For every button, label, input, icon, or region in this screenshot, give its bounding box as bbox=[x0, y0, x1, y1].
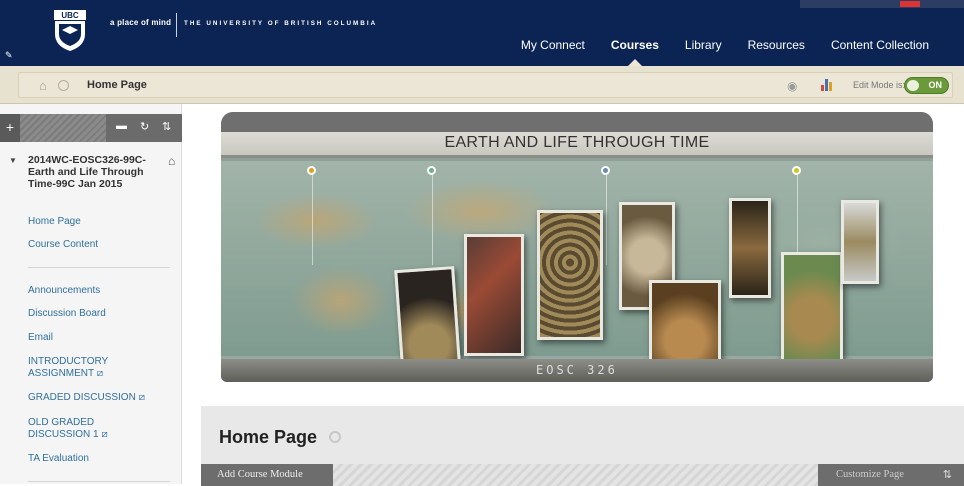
menu-tools: ▬ ↻ ⇅ bbox=[106, 114, 182, 142]
home-marker-icon: ⌂ bbox=[168, 154, 176, 168]
sidebar-item-announcements[interactable]: Announcements bbox=[28, 285, 178, 297]
course-banner: EARTH AND LIFE THROUGH TIME EOSC 326 bbox=[221, 112, 933, 382]
timeline-line bbox=[432, 175, 433, 265]
sidebar-item-home-page[interactable]: Home Page bbox=[28, 216, 178, 228]
main-nav: My Connect Courses Library Resources Con… bbox=[508, 38, 942, 66]
sidebar-item-graded-discussion[interactable]: GRADED DISCUSSION ⧄ bbox=[28, 392, 178, 404]
banner-title: EARTH AND LIFE THROUGH TIME bbox=[444, 134, 710, 151]
reorder-modules-icon[interactable]: ⇅ bbox=[943, 464, 952, 486]
breadcrumb-bar: ⌂ Home Page ◉ Edit Mode is: ON bbox=[0, 66, 964, 104]
nav-my-connect[interactable]: My Connect bbox=[508, 38, 598, 52]
course-menu-toolbar: + ▬ ↻ ⇅ bbox=[0, 114, 182, 142]
add-menu-item-button[interactable]: + bbox=[0, 114, 20, 142]
customize-page-button[interactable]: Customize Page ⇅ bbox=[818, 464, 964, 486]
course-title[interactable]: 2014WC-EOSC326-99C-Earth and Life Throug… bbox=[28, 154, 164, 190]
reorder-icon[interactable]: ⇅ bbox=[162, 120, 171, 133]
performance-dashboard-icon[interactable] bbox=[821, 78, 833, 91]
timeline-pin bbox=[427, 166, 436, 175]
sidebar-divider bbox=[28, 267, 170, 268]
brand-divider bbox=[176, 13, 177, 37]
refresh-icon[interactable]: ↻ bbox=[140, 120, 149, 133]
timeline-line bbox=[312, 175, 313, 265]
page-options-icon[interactable] bbox=[329, 431, 341, 443]
sidebar-item-discussion-board[interactable]: Discussion Board bbox=[28, 308, 178, 320]
top-utility-strip bbox=[800, 0, 964, 8]
home-icon[interactable]: ⌂ bbox=[39, 78, 47, 93]
toggle-knob bbox=[907, 80, 919, 91]
main-content: EARTH AND LIFE THROUGH TIME EOSC 326 Hom… bbox=[182, 104, 964, 486]
sidebar-item-old-graded-discussion[interactable]: OLD GRADED DISCUSSION 1 ⧄ bbox=[28, 417, 128, 441]
add-course-module-button[interactable]: Add Course Module bbox=[201, 464, 333, 486]
nav-library[interactable]: Library bbox=[672, 38, 735, 52]
top-navigation-bar: UBC a place of mind THE UNIVERSITY OF BR… bbox=[0, 0, 964, 66]
nav-content-collection[interactable]: Content Collection bbox=[818, 38, 942, 52]
collapse-icon[interactable]: ▼ bbox=[9, 156, 17, 165]
edit-mode-state: ON bbox=[928, 80, 943, 90]
page-title: Home Page bbox=[219, 427, 318, 447]
timeline-pin bbox=[307, 166, 316, 175]
timeline-pin bbox=[792, 166, 801, 175]
fossil-image bbox=[841, 200, 879, 284]
timeline-pin bbox=[601, 166, 610, 175]
module-toolbar: Add Course Module Customize Page ⇅ bbox=[201, 464, 964, 486]
sidebar-item-email[interactable]: Email bbox=[28, 332, 178, 344]
ubc-logo[interactable]: UBC bbox=[52, 10, 88, 52]
timeline-line bbox=[606, 175, 607, 265]
fossil-image bbox=[464, 234, 524, 356]
content-header: Home Page bbox=[201, 406, 964, 464]
circle-menu-icon[interactable] bbox=[58, 80, 69, 91]
fossil-image bbox=[537, 210, 603, 340]
sidebar-divider bbox=[28, 481, 170, 482]
sidebar-item-course-content[interactable]: Course Content bbox=[28, 239, 178, 251]
banner-course-code: EOSC 326 bbox=[536, 363, 618, 377]
nav-courses[interactable]: Courses bbox=[598, 38, 672, 66]
edit-mode-label: Edit Mode is: bbox=[853, 80, 906, 90]
customize-page-label: Customize Page bbox=[836, 469, 904, 480]
edit-mode-toggle[interactable]: ON bbox=[904, 77, 949, 94]
student-preview-icon[interactable]: ◉ bbox=[787, 79, 797, 93]
breadcrumb: ⌂ Home Page ◉ Edit Mode is: ON bbox=[18, 72, 953, 98]
brand-tagline: a place of mind bbox=[110, 18, 172, 27]
edit-pencil-icon[interactable]: ✎ bbox=[5, 50, 13, 61]
svg-text:UBC: UBC bbox=[61, 11, 79, 20]
sidebar-item-ta-evaluation[interactable]: TA Evaluation bbox=[28, 453, 178, 465]
brand-university: THE UNIVERSITY OF BRITISH COLUMBIA bbox=[184, 20, 378, 27]
banner-top-band bbox=[221, 112, 933, 132]
nav-resources[interactable]: Resources bbox=[735, 38, 818, 52]
fossil-image bbox=[729, 198, 771, 298]
breadcrumb-label: Home Page bbox=[87, 79, 147, 91]
course-menu: + ▬ ↻ ⇅ ▼ 2014WC-EOSC326-99C-Earth and L… bbox=[0, 104, 182, 484]
logout-indicator[interactable] bbox=[900, 1, 920, 7]
folder-view-icon[interactable]: ▬ bbox=[116, 120, 127, 132]
sidebar-item-introductory-assignment[interactable]: INTRODUCTORY ASSIGNMENT ⧄ bbox=[28, 356, 138, 380]
